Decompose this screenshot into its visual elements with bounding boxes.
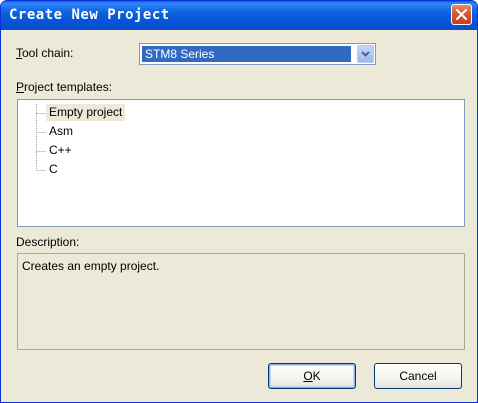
- chevron-down-icon: [361, 51, 370, 57]
- ok-button[interactable]: OK: [268, 363, 356, 389]
- description-text: Creates an empty project.: [22, 259, 160, 273]
- ok-rest: K: [312, 369, 321, 383]
- project-templates-tree[interactable]: Empty project Asm C++ C: [17, 99, 465, 227]
- title-bar[interactable]: Create New Project: [1, 1, 477, 30]
- template-item-empty-project[interactable]: Empty project: [46, 104, 126, 121]
- template-item-cpp[interactable]: C++: [46, 142, 75, 159]
- dialog-body: Tool chain: STM8 Series Project template…: [4, 30, 474, 399]
- template-item-asm[interactable]: Asm: [46, 123, 76, 140]
- ok-accel: O: [303, 369, 313, 383]
- tool-chain-label: Tool chain:: [16, 46, 74, 60]
- description-box: Creates an empty project.: [17, 253, 465, 350]
- dialog-title: Create New Project: [9, 7, 170, 23]
- cancel-button[interactable]: Cancel: [374, 363, 462, 389]
- close-icon: [456, 9, 467, 20]
- tool-chain-select[interactable]: STM8 Series: [139, 43, 376, 65]
- tool-chain-dropdown-button[interactable]: [357, 45, 374, 63]
- create-new-project-dialog: Create New Project Tool chain: STM8 Seri…: [0, 0, 478, 403]
- project-templates-label: Project templates:: [16, 80, 113, 94]
- template-item-c[interactable]: C: [46, 161, 61, 178]
- tool-chain-value: STM8 Series: [142, 46, 351, 62]
- close-button[interactable]: [451, 4, 472, 25]
- description-label: Description:: [16, 235, 80, 249]
